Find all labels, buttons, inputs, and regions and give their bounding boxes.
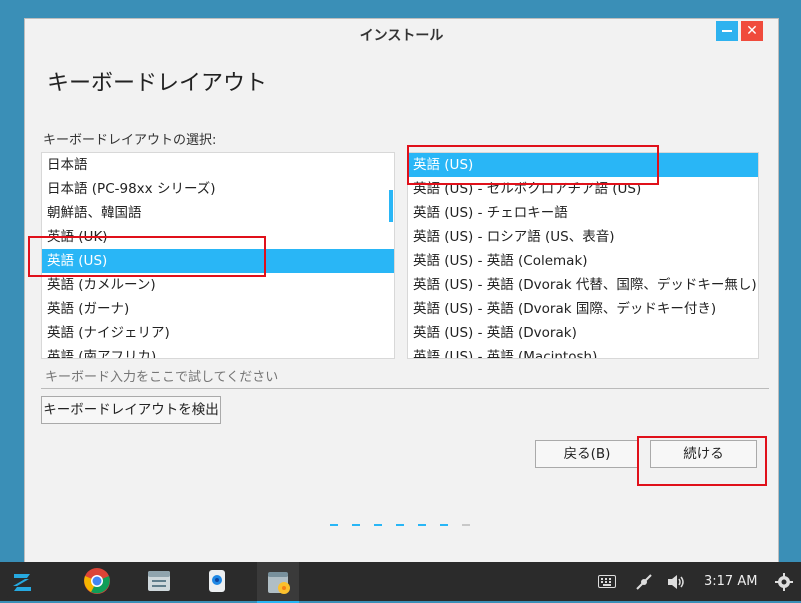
- layout-item[interactable]: 英語 (カメルーン): [42, 273, 394, 297]
- continue-button[interactable]: 続ける: [650, 440, 757, 468]
- progress-dot: [418, 524, 426, 526]
- layout-item[interactable]: 英語 (南アフリカ): [42, 345, 394, 358]
- variant-item[interactable]: 英語 (US) - ロシア語 (US、表音): [408, 225, 758, 249]
- back-button[interactable]: 戻る(B): [535, 440, 639, 468]
- variant-item[interactable]: 英語 (US) - 英語 (Colemak): [408, 249, 758, 273]
- progress-dot: [374, 524, 382, 526]
- layout-item[interactable]: 朝鮮語、韓国語: [42, 201, 394, 225]
- variant-item[interactable]: 英語 (US) - 英語 (Macintosh): [408, 345, 758, 358]
- variant-item[interactable]: 英語 (US) - セルボクロアチア語 (US): [408, 177, 758, 201]
- progress-dot: [462, 524, 470, 526]
- variant-item[interactable]: 英語 (US) - 英語 (Dvorak 代替、国際、デッドキー無し): [408, 273, 758, 297]
- minimize-button[interactable]: [716, 21, 738, 41]
- progress-dot: [330, 524, 338, 526]
- file-manager-icon[interactable]: [144, 566, 174, 596]
- progress-dot: [396, 524, 404, 526]
- network-icon[interactable]: [634, 572, 654, 592]
- volume-icon[interactable]: [666, 573, 686, 591]
- chrome-icon[interactable]: [82, 566, 112, 596]
- layout-list[interactable]: 日本語 日本語 (PC-98xx シリーズ) 朝鮮語、韓国語 英語 (UK) 英…: [41, 152, 395, 359]
- variant-item[interactable]: 英語 (US) - 英語 (Dvorak 国際、デッドキー付き): [408, 297, 758, 321]
- installer-icon: [268, 572, 290, 594]
- variant-item[interactable]: 英語 (US) - チェロキー語: [408, 201, 758, 225]
- close-button[interactable]: ✕: [741, 21, 763, 41]
- keyboard-icon[interactable]: [598, 575, 616, 588]
- variant-item[interactable]: 英語 (US) - 英語 (Dvorak): [408, 321, 758, 345]
- page-title: キーボードレイアウト: [47, 71, 268, 96]
- title-bar: インストール ✕: [25, 19, 778, 47]
- layout-item[interactable]: 英語 (ガーナ): [42, 297, 394, 321]
- keyboard-test-input[interactable]: [41, 366, 769, 389]
- layout-item[interactable]: 英語 (ナイジェリア): [42, 321, 394, 345]
- taskbar: 3:17 AM: [0, 562, 801, 603]
- clock[interactable]: 3:17 AM: [704, 574, 757, 589]
- gear-icon[interactable]: [775, 573, 793, 591]
- detect-layout-button[interactable]: キーボードレイアウトを検出: [41, 396, 221, 424]
- progress-dot: [352, 524, 360, 526]
- window-title: インストール: [359, 28, 444, 44]
- installer-window: インストール ✕ キーボードレイアウト キーボードレイアウトの選択: 日本語 日…: [24, 18, 779, 564]
- layout-item[interactable]: 日本語 (PC-98xx シリーズ): [42, 177, 394, 201]
- webcam-icon[interactable]: [202, 566, 232, 596]
- layout-item[interactable]: 英語 (UK): [42, 225, 394, 249]
- layout-select-label: キーボードレイアウトの選択:: [43, 133, 217, 148]
- zorin-menu-icon[interactable]: [5, 567, 39, 597]
- variant-list[interactable]: 英語 (US) 英語 (US) - セルボクロアチア語 (US) 英語 (US)…: [407, 152, 759, 359]
- minimize-icon: [722, 30, 732, 32]
- layout-item[interactable]: 日本語: [42, 153, 394, 177]
- layout-item-selected[interactable]: 英語 (US): [42, 249, 394, 273]
- close-icon: ✕: [746, 23, 758, 39]
- installer-task-active[interactable]: [257, 562, 299, 603]
- layout-list-scrollbar[interactable]: [389, 190, 393, 222]
- variant-item-selected[interactable]: 英語 (US): [408, 153, 758, 177]
- progress-dot: [440, 524, 448, 526]
